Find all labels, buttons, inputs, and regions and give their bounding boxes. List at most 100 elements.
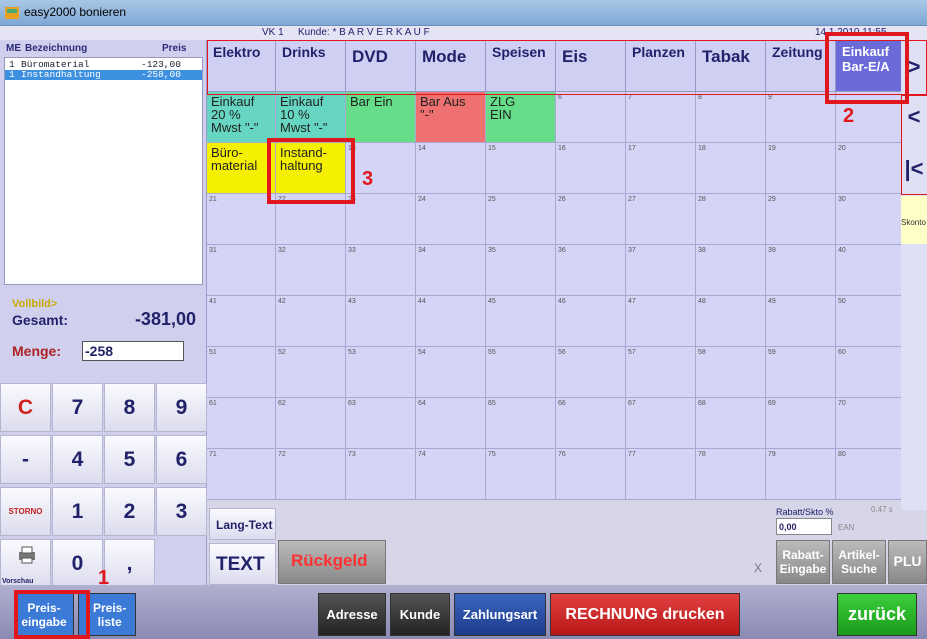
key-7[interactable]: 7	[52, 383, 103, 432]
product-button[interactable]: 26	[556, 194, 626, 245]
product-button[interactable]: 60	[836, 347, 906, 398]
langtext-button[interactable]: Lang-Text	[209, 508, 276, 540]
product-button[interactable]: 59	[766, 347, 836, 398]
key-comma[interactable]: ,	[104, 539, 155, 588]
prev-page-button[interactable]: <	[901, 104, 927, 130]
product-button[interactable]: 28	[696, 194, 766, 245]
back-button[interactable]: zurück	[837, 593, 917, 636]
product-button[interactable]: 68	[696, 398, 766, 449]
category-tab[interactable]: Einkauf Bar-E/A	[836, 40, 906, 92]
key-8[interactable]: 8	[104, 383, 155, 432]
product-button[interactable]: 31	[207, 245, 276, 296]
category-tab[interactable]: Drinks	[276, 40, 346, 92]
product-button[interactable]: 75	[486, 449, 556, 500]
product-button[interactable]: 73	[346, 449, 416, 500]
product-button[interactable]: 44	[416, 296, 486, 347]
product-button[interactable]: 53	[346, 347, 416, 398]
key-storno[interactable]: STORNO	[0, 487, 51, 536]
product-button[interactable]: 49	[766, 296, 836, 347]
list-item[interactable]: 1 Instandhaltung -258,00	[5, 70, 202, 80]
key-c[interactable]: C	[0, 383, 51, 432]
product-button[interactable]: 64	[416, 398, 486, 449]
category-tab[interactable]: Mode	[416, 40, 486, 92]
product-button[interactable]: 78	[696, 449, 766, 500]
product-button[interactable]: 58	[696, 347, 766, 398]
product-button[interactable]: 18	[696, 143, 766, 194]
product-button[interactable]: 46	[556, 296, 626, 347]
product-button[interactable]: 56	[556, 347, 626, 398]
product-button[interactable]: 55	[486, 347, 556, 398]
product-button[interactable]: Büro- material	[207, 143, 276, 194]
product-button[interactable]: 39	[766, 245, 836, 296]
key-4[interactable]: 4	[52, 435, 103, 484]
product-button[interactable]: 52	[276, 347, 346, 398]
product-button[interactable]: 7	[626, 92, 696, 143]
product-button[interactable]: 35	[486, 245, 556, 296]
product-button[interactable]: 50	[836, 296, 906, 347]
product-button[interactable]: 67	[626, 398, 696, 449]
price-list-button[interactable]: Preis- liste	[78, 593, 136, 636]
product-button[interactable]: ZLG EIN	[486, 92, 556, 143]
product-button[interactable]: 21	[207, 194, 276, 245]
product-button[interactable]: 25	[486, 194, 556, 245]
address-button[interactable]: Adresse	[318, 593, 386, 636]
next-page-button[interactable]: >	[901, 54, 927, 80]
product-button[interactable]: 15	[486, 143, 556, 194]
product-button[interactable]: 40	[836, 245, 906, 296]
product-button[interactable]: 45	[486, 296, 556, 347]
product-button[interactable]: 42	[276, 296, 346, 347]
product-button[interactable]: 63	[346, 398, 416, 449]
product-button[interactable]: 72	[276, 449, 346, 500]
category-tab[interactable]: Elektro	[207, 40, 276, 92]
product-button[interactable]: 51	[207, 347, 276, 398]
category-tab[interactable]: Planzen	[626, 40, 696, 92]
product-button[interactable]: 6	[556, 92, 626, 143]
product-button[interactable]: 69	[766, 398, 836, 449]
item-list[interactable]: 1 Büromaterial -123,00 1 Instandhaltung -258,…	[4, 57, 203, 285]
product-button[interactable]: 61	[207, 398, 276, 449]
product-button[interactable]: 37	[626, 245, 696, 296]
product-button[interactable]: 24	[416, 194, 486, 245]
product-button[interactable]: 20	[836, 143, 906, 194]
category-tab[interactable]: Tabak	[696, 40, 766, 92]
product-button[interactable]: 76	[556, 449, 626, 500]
category-tab[interactable]: Speisen	[486, 40, 556, 92]
product-button[interactable]: 17	[626, 143, 696, 194]
product-button[interactable]: 22	[276, 194, 346, 245]
product-button[interactable]: Einkauf 20 % Mwst "-"	[207, 92, 276, 143]
quantity-input[interactable]: -258	[82, 341, 184, 361]
change-button[interactable]: Rückgeld	[278, 540, 386, 584]
product-button[interactable]: Instand- haltung	[276, 143, 346, 194]
preview-button[interactable]: Vorschau	[0, 539, 51, 588]
product-button[interactable]: 19	[766, 143, 836, 194]
product-button[interactable]: 74	[416, 449, 486, 500]
key-5[interactable]: 5	[104, 435, 155, 484]
key-minus[interactable]: -	[0, 435, 51, 484]
product-button[interactable]: 41	[207, 296, 276, 347]
product-button[interactable]: 79	[766, 449, 836, 500]
product-button[interactable]: 36	[556, 245, 626, 296]
product-button[interactable]: 77	[626, 449, 696, 500]
product-button[interactable]: 80	[836, 449, 906, 500]
product-button[interactable]: 34	[416, 245, 486, 296]
payment-method-button[interactable]: Zahlungsart	[454, 593, 546, 636]
product-button[interactable]: 13	[346, 143, 416, 194]
product-button[interactable]: 33	[346, 245, 416, 296]
text-button[interactable]: TEXT	[209, 543, 276, 585]
product-button[interactable]: Bar Ein	[346, 92, 416, 143]
product-button[interactable]: 23	[346, 194, 416, 245]
product-button[interactable]: 47	[626, 296, 696, 347]
product-button[interactable]: 30	[836, 194, 906, 245]
product-button[interactable]: 32	[276, 245, 346, 296]
product-button[interactable]: 62	[276, 398, 346, 449]
plu-button[interactable]: PLU	[888, 540, 927, 584]
key-0[interactable]: 0	[52, 539, 103, 588]
key-6[interactable]: 6	[156, 435, 207, 484]
category-tab[interactable]: Zeitung	[766, 40, 836, 92]
product-button[interactable]: 9	[766, 92, 836, 143]
vollbild-link[interactable]: Vollbild>	[12, 298, 57, 310]
product-button[interactable]: 16	[556, 143, 626, 194]
key-1[interactable]: 1	[52, 487, 103, 536]
product-button[interactable]: 54	[416, 347, 486, 398]
product-button[interactable]: 8	[696, 92, 766, 143]
